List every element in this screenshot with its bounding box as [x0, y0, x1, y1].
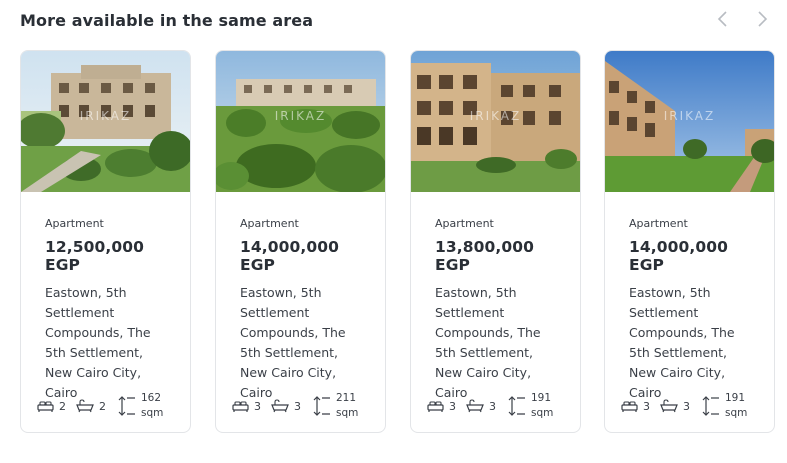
listing-photo: IRIKAZ	[21, 51, 190, 192]
listing-price: 14,000,000 EGP	[240, 238, 340, 274]
area-unit: sqm	[336, 407, 359, 419]
bedrooms-count: 3	[254, 399, 261, 413]
area-icon	[313, 396, 330, 416]
listing-photo: IRIKAZ	[216, 51, 385, 192]
carousel-next-button[interactable]	[751, 8, 773, 30]
section-title: More available in the same area	[20, 11, 314, 30]
bathrooms-count: 3	[294, 399, 301, 413]
listing-photo: IRIKAZ	[411, 51, 580, 192]
watermark-logo: IRIKAZ	[274, 109, 327, 123]
chevron-right-icon	[758, 11, 768, 27]
bed-icon	[37, 401, 54, 412]
area-value: 162	[141, 392, 162, 404]
listing-card[interactable]: IRIKAZ Apartment 14,000,000 EGP Eastown,…	[604, 50, 775, 433]
listing-price: 13,800,000 EGP	[435, 238, 535, 274]
bathrooms-count: 3	[489, 399, 496, 413]
listing-features: 3 3 191 sqm	[621, 389, 747, 423]
bedrooms-count: 3	[449, 399, 456, 413]
area-value: 191	[531, 392, 552, 404]
area-value: 191	[725, 392, 746, 404]
listing-card[interactable]: IRIKAZ Apartment 13,800,000 EGP Eastown,…	[410, 50, 581, 433]
listing-price: 14,000,000 EGP	[629, 238, 729, 274]
bed-icon	[427, 401, 444, 412]
chevron-left-icon	[717, 11, 727, 27]
bathrooms-count: 2	[99, 399, 106, 413]
listing-card[interactable]: IRIKAZ Apartment 14,000,000 EGP Eastown,…	[215, 50, 386, 433]
listing-features: 3 3 191 sqm	[427, 389, 553, 423]
listing-type: Apartment	[45, 217, 104, 230]
area-icon	[508, 396, 525, 416]
bath-icon	[271, 399, 289, 413]
bed-icon	[232, 401, 249, 412]
area-icon	[118, 396, 135, 416]
bath-icon	[76, 399, 94, 413]
listing-location: Eastown, 5th Settlement Compounds, The 5…	[45, 285, 151, 400]
area-unit: sqm	[141, 407, 164, 419]
carousel-prev-button[interactable]	[712, 8, 734, 30]
listing-type: Apartment	[435, 217, 494, 230]
bedrooms-count: 3	[643, 399, 650, 413]
listing-type: Apartment	[240, 217, 299, 230]
area-icon	[702, 396, 719, 416]
listing-features: 2 2 162 sqm	[37, 389, 163, 423]
watermark-logo: IRIKAZ	[469, 109, 522, 123]
watermark-logo: IRIKAZ	[79, 109, 132, 123]
bathrooms-count: 3	[683, 399, 690, 413]
listing-location: Eastown, 5th Settlement Compounds, The 5…	[629, 285, 735, 400]
listing-card[interactable]: IRIKAZ Apartment 12,500,000 EGP Eastown,…	[20, 50, 191, 433]
area-unit: sqm	[531, 407, 554, 419]
bedrooms-count: 2	[59, 399, 66, 413]
area-value: 211	[336, 392, 357, 404]
listing-photo: IRIKAZ	[605, 51, 774, 192]
listing-price: 12,500,000 EGP	[45, 238, 145, 274]
area-unit: sqm	[725, 407, 748, 419]
listing-type: Apartment	[629, 217, 688, 230]
watermark-logo: IRIKAZ	[663, 109, 716, 123]
bath-icon	[660, 399, 678, 413]
listing-features: 3 3 211 sqm	[232, 389, 358, 423]
listing-location: Eastown, 5th Settlement Compounds, The 5…	[435, 285, 541, 400]
bed-icon	[621, 401, 638, 412]
bath-icon	[466, 399, 484, 413]
listing-location: Eastown, 5th Settlement Compounds, The 5…	[240, 285, 346, 400]
